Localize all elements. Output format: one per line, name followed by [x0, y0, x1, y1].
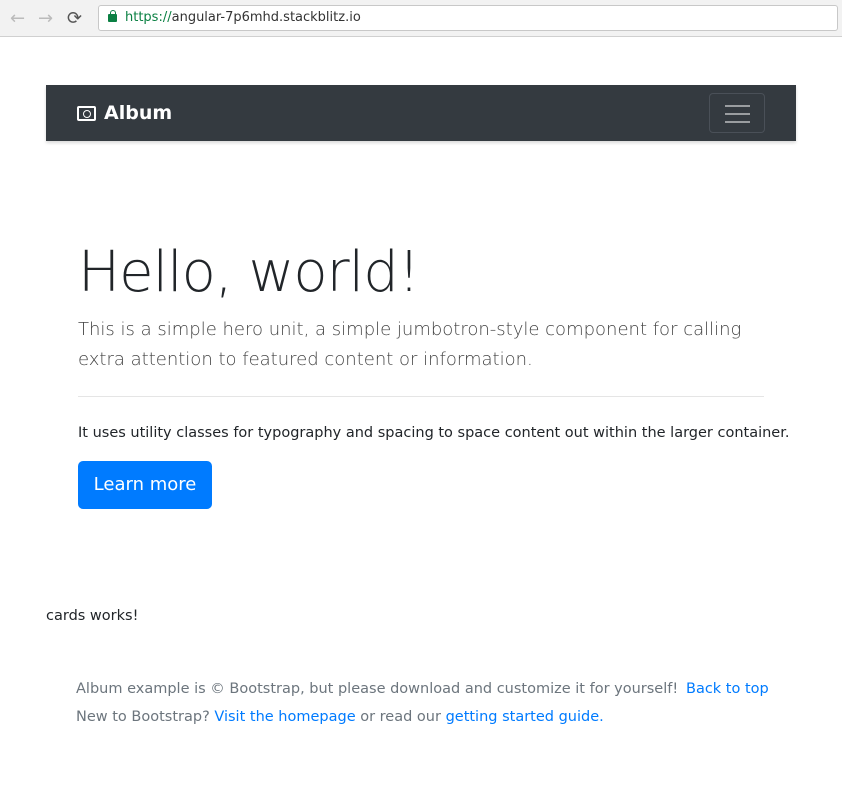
address-bar[interactable]: https://angular-7p6mhd.stackblitz.io — [98, 5, 838, 31]
lock-icon — [108, 10, 117, 22]
footer-copyright: Album example is © Bootstrap, but please… — [76, 681, 679, 697]
back-to-top-link[interactable]: Back to top — [686, 681, 769, 697]
forward-icon[interactable]: → — [38, 8, 53, 29]
navbar-toggler-button[interactable] — [709, 93, 765, 133]
hero-title: Hello, world! — [78, 240, 420, 305]
brand-label: Album — [104, 102, 173, 124]
url-host: angular-7p6mhd.stackblitz.io — [171, 10, 361, 25]
hero-lead: This is a simple hero unit, a simple jum… — [78, 319, 742, 370]
getting-started-link[interactable]: getting started guide. — [446, 709, 604, 725]
navbar-brand[interactable]: Album — [77, 102, 172, 124]
back-icon[interactable]: ← — [10, 8, 25, 29]
hero-text: It uses utility classes for typography a… — [78, 425, 790, 441]
new-prefix: New to Bootstrap? — [76, 709, 210, 725]
cards-text: cards works! — [46, 608, 139, 624]
middle-text: or read our — [360, 709, 441, 725]
camera-icon — [77, 105, 96, 121]
reload-icon[interactable]: ⟳ — [67, 8, 82, 29]
learn-more-button[interactable]: Learn more — [78, 461, 212, 509]
url-scheme: https:// — [125, 10, 172, 25]
navbar: Album — [46, 85, 796, 141]
homepage-link[interactable]: Visit the homepage — [214, 709, 355, 725]
divider — [78, 396, 764, 397]
browser-toolbar: ← → ⟳ https://angular-7p6mhd.stackblitz.… — [0, 0, 842, 37]
footer-line-2: New to Bootstrap? Visit the homepage or … — [76, 709, 604, 725]
